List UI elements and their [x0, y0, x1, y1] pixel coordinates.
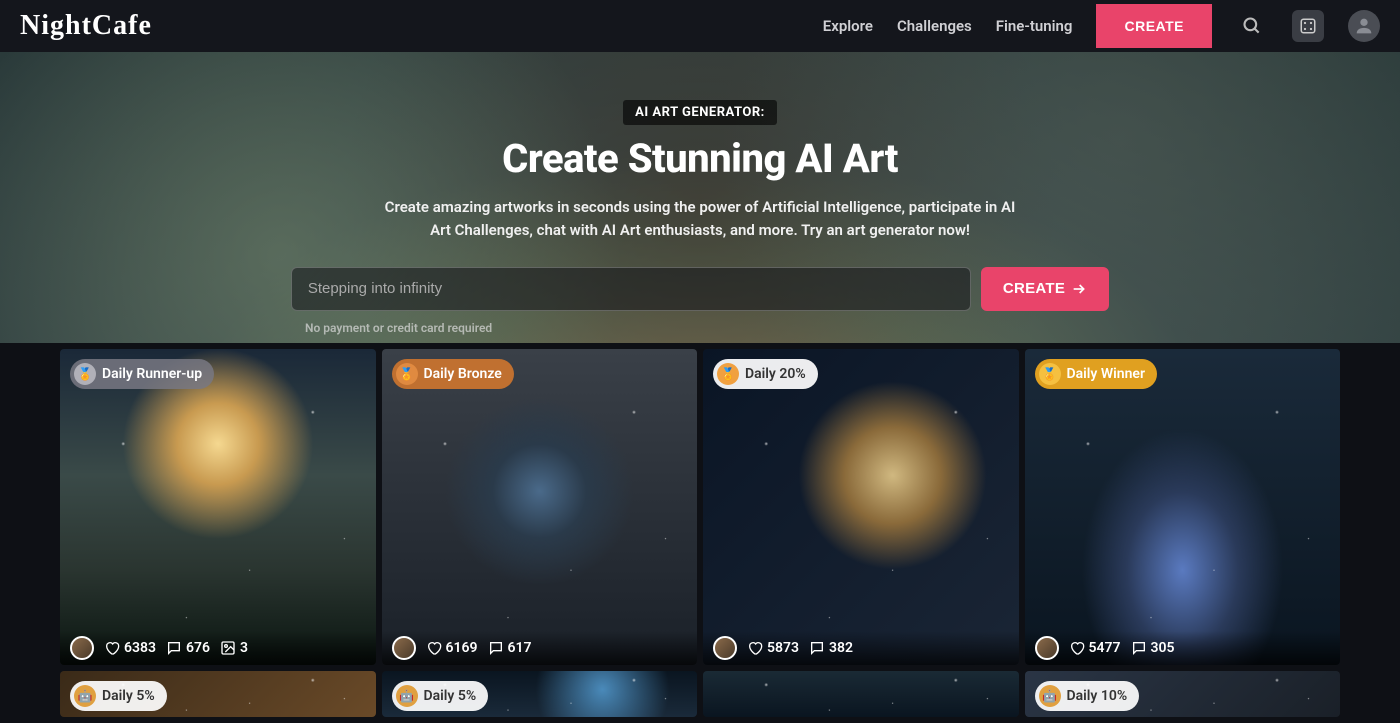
card-image [382, 349, 698, 665]
author-avatar[interactable] [392, 636, 416, 660]
rank-badge: 🤖 Daily 5% [392, 681, 489, 711]
comments-count: 305 [1131, 640, 1175, 656]
hero-title: Create Stunning AI Art [502, 135, 898, 182]
dice-icon[interactable] [1292, 10, 1324, 42]
gallery-card[interactable] [703, 671, 1019, 717]
hero-note: No payment or credit card required [305, 321, 492, 335]
rank-badge: 🤖 Daily 10% [1035, 681, 1140, 711]
likes-count: 5477 [1069, 640, 1121, 656]
likes-count: 5873 [747, 640, 799, 656]
rank-label: Daily 5% [424, 688, 477, 704]
hero-create-button[interactable]: CREATE [981, 267, 1109, 311]
search-icon[interactable] [1236, 10, 1268, 42]
gallery-card[interactable]: 🏅 Daily Bronze 6169 617 [382, 349, 698, 665]
gallery-card[interactable]: 🏅 Daily Runner-up 6383 676 3 [60, 349, 376, 665]
medal-icon: 🤖 [74, 685, 96, 707]
nav: Explore Challenges Fine-tuning CREATE [823, 4, 1380, 48]
likes-count: 6169 [426, 640, 478, 656]
hero-input-row: CREATE [291, 267, 1109, 311]
comments-count: 617 [488, 640, 532, 656]
medal-icon: 🏅 [396, 363, 418, 385]
medal-icon: 🏅 [1039, 363, 1061, 385]
gallery-card[interactable]: 🏅 Daily 20% 5873 382 [703, 349, 1019, 665]
gallery-card[interactable]: 🤖 Daily 5% [382, 671, 698, 717]
likes-count: 6383 [104, 640, 156, 656]
rank-badge: 🏅 Daily Runner-up [70, 359, 214, 389]
gallery-card[interactable]: 🏅 Daily Winner 5477 305 [1025, 349, 1341, 665]
card-image [1025, 349, 1341, 665]
logo[interactable]: NightCafe [20, 10, 152, 42]
medal-icon: 🏅 [717, 363, 739, 385]
card-image [703, 349, 1019, 665]
hero-badge: AI ART GENERATOR: [623, 100, 777, 125]
create-button[interactable]: CREATE [1096, 4, 1212, 48]
rank-label: Daily Bronze [424, 366, 502, 382]
rank-label: Daily 5% [102, 688, 155, 704]
hero: AI ART GENERATOR: Create Stunning AI Art… [0, 52, 1400, 343]
gallery: 🏅 Daily Runner-up 6383 676 3 🏅 Daily Bro… [0, 343, 1400, 717]
card-footer: 6169 617 [382, 631, 698, 665]
rank-badge: 🤖 Daily 5% [70, 681, 167, 711]
nav-explore[interactable]: Explore [823, 17, 873, 35]
prompt-input[interactable] [291, 267, 971, 311]
rank-badge: 🏅 Daily 20% [713, 359, 818, 389]
user-avatar[interactable] [1348, 10, 1380, 42]
header: NightCafe Explore Challenges Fine-tuning… [0, 0, 1400, 52]
comments-count: 676 [166, 640, 210, 656]
nav-finetuning[interactable]: Fine-tuning [996, 17, 1073, 35]
card-footer: 6383 676 3 [60, 631, 376, 665]
author-avatar[interactable] [1035, 636, 1059, 660]
medal-icon: 🏅 [74, 363, 96, 385]
images-count: 3 [220, 640, 248, 656]
card-image [60, 349, 376, 665]
nav-challenges[interactable]: Challenges [897, 17, 972, 35]
rank-label: Daily Runner-up [102, 366, 202, 382]
gallery-card[interactable]: 🤖 Daily 5% [60, 671, 376, 717]
gallery-card[interactable]: 🤖 Daily 10% [1025, 671, 1341, 717]
author-avatar[interactable] [713, 636, 737, 660]
medal-icon: 🤖 [396, 685, 418, 707]
author-avatar[interactable] [70, 636, 94, 660]
hero-subtitle: Create amazing artworks in seconds using… [380, 196, 1020, 243]
card-footer: 5477 305 [1025, 631, 1341, 665]
rank-label: Daily 20% [745, 366, 806, 382]
arrow-right-icon [1071, 281, 1087, 297]
card-footer: 5873 382 [703, 631, 1019, 665]
medal-icon: 🤖 [1039, 685, 1061, 707]
rank-badge: 🏅 Daily Bronze [392, 359, 514, 389]
comments-count: 382 [809, 640, 853, 656]
card-image [703, 671, 1019, 717]
rank-label: Daily Winner [1067, 366, 1145, 382]
rank-label: Daily 10% [1067, 688, 1128, 704]
gallery-row-2: 🤖 Daily 5% 🤖 Daily 5% 🤖 Daily 10% [60, 671, 1340, 717]
rank-badge: 🏅 Daily Winner [1035, 359, 1157, 389]
gallery-row-1: 🏅 Daily Runner-up 6383 676 3 🏅 Daily Bro… [60, 349, 1340, 665]
hero-create-label: CREATE [1003, 280, 1065, 297]
